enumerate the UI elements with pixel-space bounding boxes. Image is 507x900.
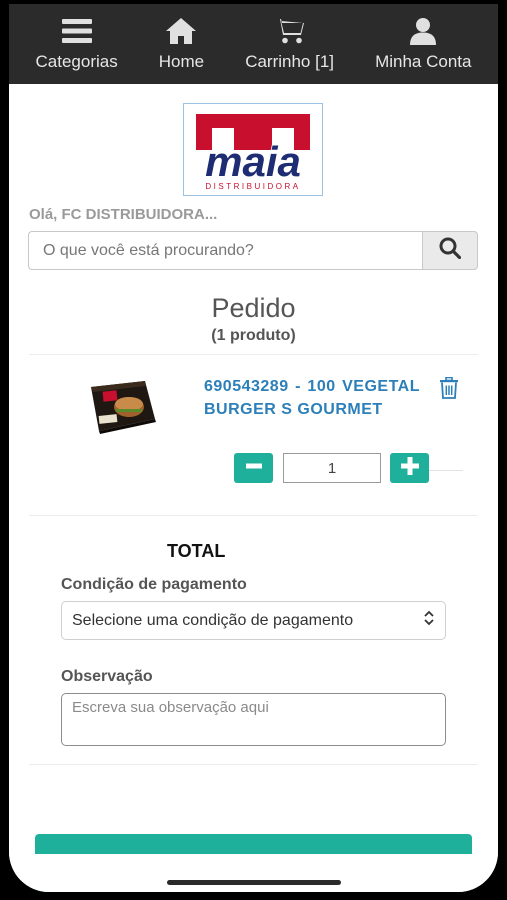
observation-textarea[interactable] [61, 693, 446, 746]
nav-label: Categorias [35, 52, 118, 71]
divider [29, 515, 478, 516]
nav-label: Home [158, 52, 205, 71]
bottom-bar [9, 854, 498, 892]
order-title: Pedido [211, 293, 296, 323]
total-label: TOTAL [167, 541, 226, 561]
divider [29, 764, 478, 765]
nav-categorias[interactable]: Categorias [36, 16, 118, 72]
trash-icon[interactable] [439, 376, 459, 404]
order-count: (1 produto) [211, 327, 296, 344]
quantity-input[interactable] [283, 453, 381, 483]
nav-label: Carrinho [1] [245, 52, 335, 71]
logo-tagline: DISTRIBUIDORA [205, 182, 300, 191]
nav-carrinho[interactable]: Carrinho [1] [245, 16, 334, 72]
home-indicator [167, 880, 341, 885]
quantity-decrease-button[interactable] [234, 453, 273, 483]
product-image[interactable] [85, 377, 157, 435]
product-name[interactable]: 690543289 - 100 VEGETAL BURGER S GOURMET [204, 375, 420, 421]
user-icon [410, 16, 437, 46]
top-navigation: Categorias Home Carrinho [1] Minha Conta [9, 4, 498, 84]
observation-label: Observação [61, 668, 153, 685]
quantity-increase-button[interactable] [390, 453, 429, 483]
logo-wordmark: maia [205, 138, 301, 185]
greeting-text: Olá, FC DISTRIBUIDORA... [29, 206, 218, 223]
search-bar [28, 231, 478, 270]
chevron-up-down-icon [423, 610, 435, 631]
divider [29, 354, 478, 355]
search-button[interactable] [422, 231, 478, 270]
search-icon [439, 237, 462, 264]
nav-minha-conta[interactable]: Minha Conta [375, 16, 471, 72]
divider [429, 470, 463, 471]
minus-icon [245, 458, 262, 479]
payment-condition-select[interactable]: Selecione uma condição de pagamento [61, 601, 446, 640]
nav-home[interactable]: Home [159, 16, 204, 72]
plus-icon [400, 456, 419, 480]
nav-label: Minha Conta [375, 52, 472, 71]
payment-condition-label: Condição de pagamento [61, 576, 247, 593]
search-input[interactable] [28, 231, 422, 270]
cart-icon [273, 16, 306, 46]
home-icon [165, 16, 197, 46]
payment-condition-value: Selecione uma condição de pagamento [72, 611, 354, 629]
app-screen: Categorias Home Carrinho [1] Minha Conta [9, 4, 498, 892]
company-logo[interactable]: maia DISTRIBUIDORA [183, 103, 323, 196]
menu-icon [61, 16, 92, 46]
